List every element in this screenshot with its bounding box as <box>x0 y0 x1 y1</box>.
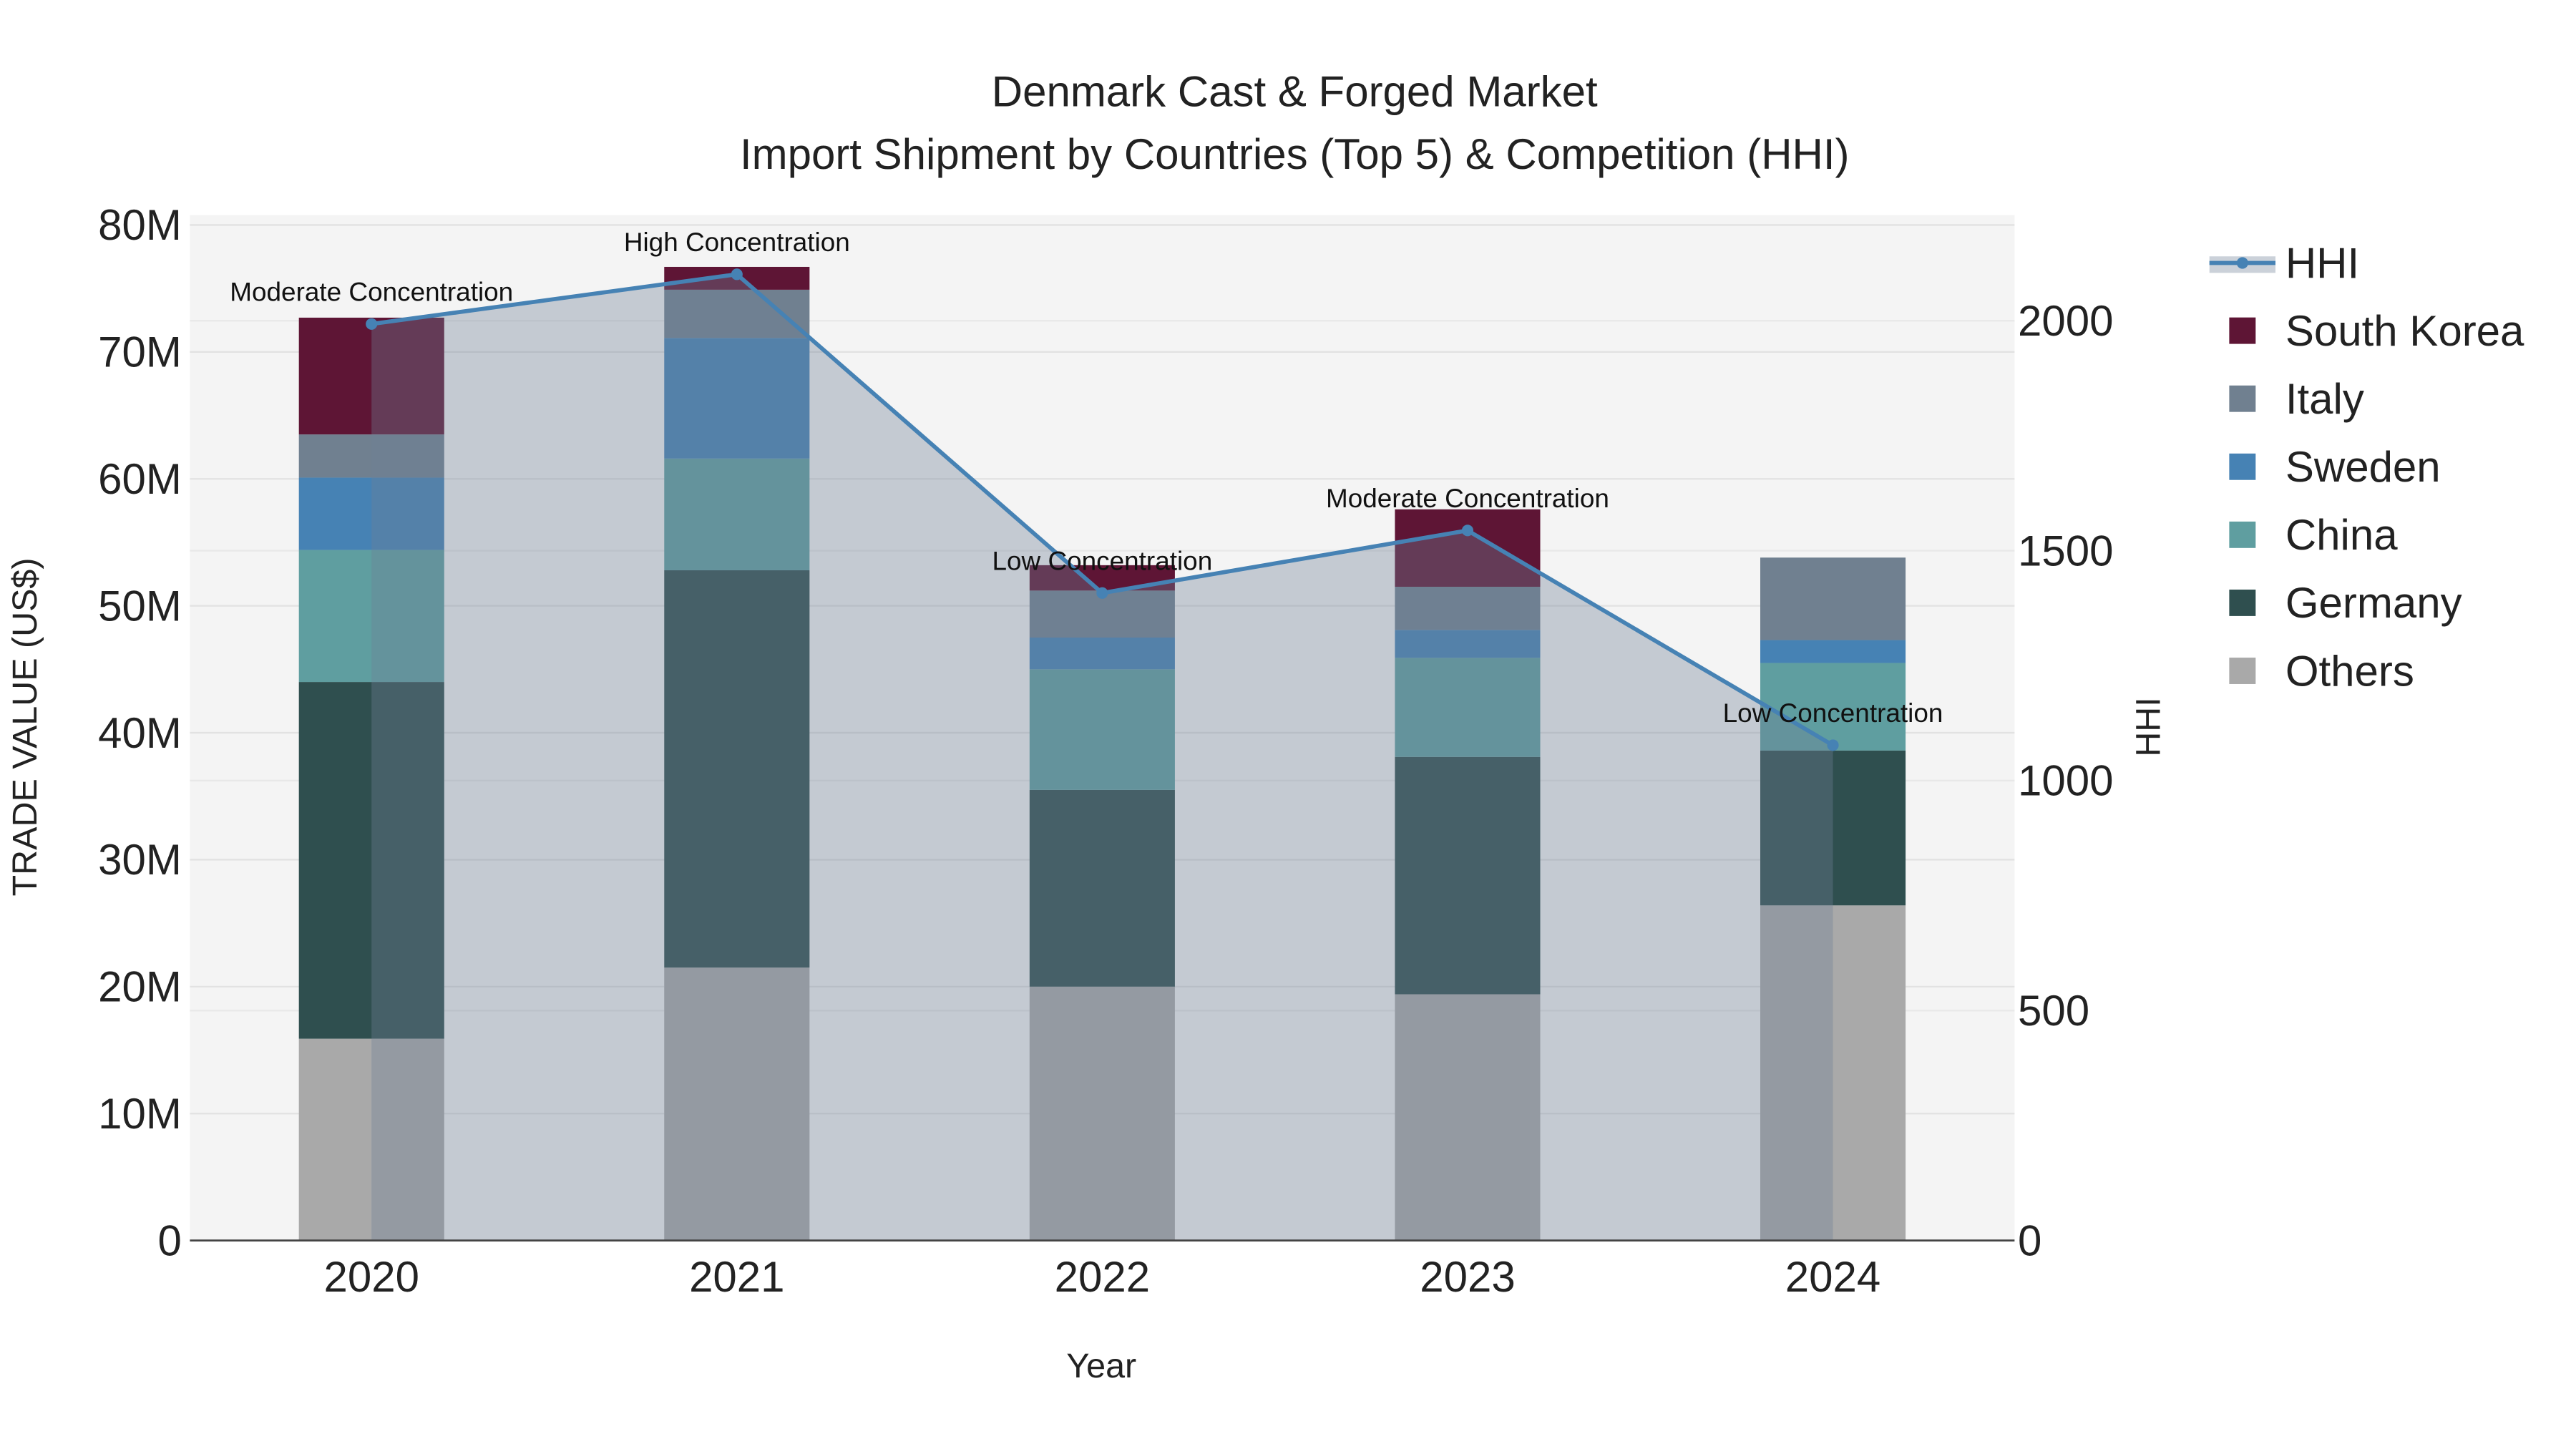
y-tick-label: 30M <box>98 836 182 884</box>
hhi-point <box>1096 587 1108 599</box>
legend-swatch-sweden <box>2229 453 2256 480</box>
bar-sweden-2024 <box>1760 640 1906 663</box>
hhi-annotation: High Concentration <box>624 228 850 257</box>
y-tick-label: 40M <box>98 709 182 757</box>
y-tick-label: 0 <box>157 1216 181 1264</box>
y2-tick-label: 1500 <box>2018 527 2113 575</box>
legend-swatch-germany <box>2229 589 2256 616</box>
legend-label-hhi: HHI <box>2285 239 2359 287</box>
y-tick-label: 70M <box>98 328 182 376</box>
x-axis-label: Year <box>1066 1347 1136 1385</box>
legend-swatch-china <box>2229 521 2256 548</box>
chart-subtitle: Import Shipment by Countries (Top 5) & C… <box>740 130 1850 178</box>
y-tick-label: 10M <box>98 1090 182 1138</box>
y-tick-label: 50M <box>98 582 182 630</box>
y2-tick-label: 1000 <box>2018 757 2113 805</box>
y-axis-label: TRADE VALUE (US$) <box>6 557 44 896</box>
x-tick-label: 2023 <box>1420 1253 1515 1301</box>
x-tick-label: 2021 <box>689 1253 784 1301</box>
y-tick-label: 60M <box>98 455 182 503</box>
legend-label: Sweden <box>2285 443 2441 491</box>
y2-tick-label: 500 <box>2018 987 2089 1035</box>
y2-tick-label: 0 <box>2018 1216 2041 1264</box>
x-tick-label: 2020 <box>323 1253 419 1301</box>
legend-label: Italy <box>2285 375 2364 423</box>
hhi-annotation: Low Concentration <box>1723 698 1943 728</box>
legend-swatch-others <box>2229 658 2256 684</box>
chart: Denmark Cast & Forged Market Import Ship… <box>6 67 2524 1385</box>
hhi-annotation: Moderate Concentration <box>230 277 513 306</box>
legend-swatch-italy <box>2229 385 2256 412</box>
legend-label: Germany <box>2285 579 2462 627</box>
hhi-annotation: Moderate Concentration <box>1326 484 1609 513</box>
hhi-point <box>731 268 743 280</box>
y-tick-label: 20M <box>98 963 182 1011</box>
legend: HHI South Korea Italy Sweden China Germany Oth… <box>2209 239 2524 695</box>
legend-label: South Korea <box>2285 307 2524 355</box>
x-tick-label: 2022 <box>1055 1253 1150 1301</box>
hhi-point <box>1461 525 1474 537</box>
legend-label: Others <box>2285 647 2414 695</box>
y2-axis-label: HHI <box>2129 697 2167 756</box>
y2-tick-label: 2000 <box>2018 297 2113 345</box>
x-tick-label: 2024 <box>1785 1253 1880 1301</box>
hhi-point <box>366 318 378 330</box>
chart-title: Denmark Cast & Forged Market <box>992 67 1598 115</box>
hhi-point <box>1827 739 1839 751</box>
legend-swatch-south-korea <box>2229 317 2256 344</box>
hhi-annotation: Low Concentration <box>992 546 1213 575</box>
y-tick-label: 80M <box>98 201 182 249</box>
legend-label: China <box>2285 511 2398 559</box>
bar-italy-2024 <box>1760 557 1906 640</box>
legend-hhi-marker <box>2236 257 2248 269</box>
